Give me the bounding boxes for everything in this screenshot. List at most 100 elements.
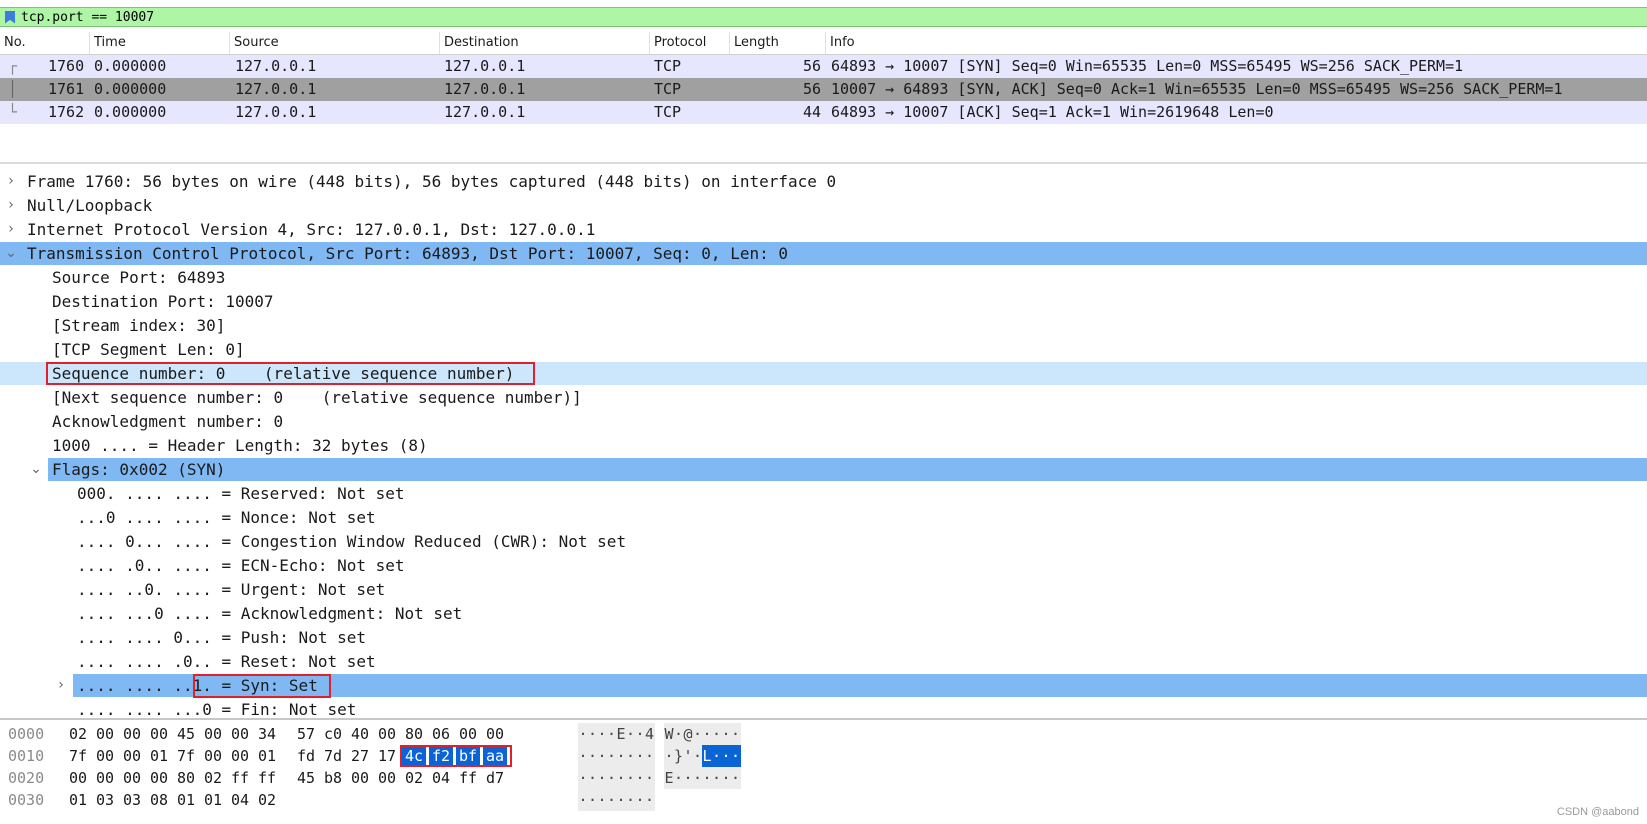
ascii-char[interactable]: E	[664, 767, 674, 789]
column-header-no[interactable]: No.	[0, 32, 90, 54]
ascii-char[interactable]: ·	[721, 767, 731, 789]
hex-byte[interactable]: 01	[177, 789, 195, 811]
tree-item-source-port[interactable]: Source Port: 64893	[0, 266, 1647, 289]
hex-byte[interactable]: 00	[150, 723, 168, 745]
hex-byte[interactable]: 7d	[324, 745, 342, 767]
ascii-char[interactable]: ·	[625, 789, 636, 811]
hex-byte[interactable]: b8	[324, 767, 342, 789]
hex-byte[interactable]: aa	[483, 745, 508, 767]
hex-byte[interactable]: 08	[150, 789, 168, 811]
hex-byte[interactable]: 02	[405, 767, 423, 789]
tree-item-frame[interactable]: › Frame 1760: 56 bytes on wire (448 bits…	[0, 170, 1647, 193]
hex-byte[interactable]: 00	[123, 745, 141, 767]
hex-byte[interactable]: ff	[231, 767, 249, 789]
hex-byte[interactable]: bf	[456, 745, 481, 767]
packet-row[interactable]: └ 1762 0.000000 127.0.0.1 127.0.0.1 TCP …	[0, 101, 1647, 124]
pane-splitter[interactable]	[0, 162, 1647, 164]
display-filter-input[interactable]: tcp.port == 10007	[21, 10, 154, 25]
ascii-char[interactable]: ·	[721, 745, 731, 767]
ascii-char[interactable]: ·	[702, 723, 712, 745]
column-header-destination[interactable]: Destination	[440, 32, 650, 54]
ascii-char[interactable]: ·	[644, 789, 655, 811]
tree-item-flag-ecn[interactable]: .... .0.. .... = ECN-Echo: Not set	[0, 554, 1647, 577]
hex-byte[interactable]: 00	[123, 767, 141, 789]
hex-byte[interactable]: 00	[69, 767, 87, 789]
ascii-char[interactable]: ·	[673, 723, 684, 745]
ascii-char[interactable]: ·	[616, 745, 626, 767]
tree-item-flag-reserved[interactable]: 000. .... .... = Reserved: Not set	[0, 482, 1647, 505]
ascii-char[interactable]: ·	[635, 745, 645, 767]
ascii-char[interactable]: ·	[644, 745, 655, 767]
hex-byte[interactable]: 02	[204, 767, 222, 789]
hex-byte[interactable]: fd	[297, 745, 315, 767]
hex-byte[interactable]: 80	[177, 767, 195, 789]
hex-byte[interactable]: 17	[378, 745, 396, 767]
hex-byte[interactable]: 00	[351, 767, 369, 789]
ascii-char[interactable]: }	[673, 745, 684, 767]
chevron-right-icon[interactable]: ›	[4, 170, 18, 193]
hex-byte[interactable]: 01	[258, 745, 276, 767]
pane-splitter[interactable]	[0, 718, 1647, 720]
hex-byte[interactable]: 04	[231, 789, 249, 811]
tree-item-destination-port[interactable]: Destination Port: 10007	[0, 290, 1647, 313]
tree-item-next-sequence[interactable]: [Next sequence number: 0 (relative seque…	[0, 386, 1647, 409]
ascii-char[interactable]: ·	[635, 723, 645, 745]
ascii-char[interactable]: ·	[616, 789, 626, 811]
hex-byte[interactable]: 00	[204, 745, 222, 767]
tree-item-flag-urgent[interactable]: .... ..0. .... = Urgent: Not set	[0, 578, 1647, 601]
hex-byte[interactable]: 34	[258, 723, 276, 745]
tree-item-tcp[interactable]: ⌄ Transmission Control Protocol, Src Por…	[0, 242, 1647, 265]
hex-byte[interactable]: d7	[486, 767, 504, 789]
ascii-char[interactable]: ·	[692, 767, 703, 789]
hex-byte[interactable]: 27	[351, 745, 369, 767]
hex-byte[interactable]: c0	[324, 723, 342, 745]
hex-byte[interactable]: 00	[459, 723, 477, 745]
column-header-length[interactable]: Length	[730, 32, 826, 54]
ascii-char[interactable]: ·	[578, 789, 588, 811]
ascii-char[interactable]: ·	[606, 789, 617, 811]
hex-byte[interactable]: 01	[150, 745, 168, 767]
column-header-time[interactable]: Time	[90, 32, 230, 54]
ascii-char[interactable]: W	[664, 723, 674, 745]
column-header-source[interactable]: Source	[230, 32, 440, 54]
column-header-protocol[interactable]: Protocol	[650, 32, 730, 54]
ascii-char[interactable]: ·	[730, 767, 741, 789]
tree-item-flag-cwr[interactable]: .... 0... .... = Congestion Window Reduc…	[0, 530, 1647, 553]
ascii-char[interactable]: ·	[597, 745, 607, 767]
hex-byte[interactable]: 00	[96, 745, 114, 767]
ascii-char[interactable]: ·	[673, 767, 684, 789]
ascii-char[interactable]: ·	[664, 745, 674, 767]
ascii-char[interactable]: ·	[597, 723, 607, 745]
hex-byte[interactable]: 02	[69, 723, 87, 745]
ascii-char[interactable]: ·	[578, 745, 588, 767]
ascii-char[interactable]: ·	[730, 745, 741, 767]
ascii-char[interactable]: '	[683, 745, 693, 767]
hex-byte[interactable]: 00	[150, 767, 168, 789]
ascii-char[interactable]: ·	[711, 745, 722, 767]
ascii-char[interactable]: ·	[721, 723, 731, 745]
chevron-right-icon[interactable]: ›	[54, 674, 68, 697]
ascii-char[interactable]: ·	[587, 789, 598, 811]
ascii-char[interactable]: ·	[587, 723, 598, 745]
display-filter-bar[interactable]: tcp.port == 10007	[0, 7, 1647, 27]
tree-item-header-length[interactable]: 1000 .... = Header Length: 32 bytes (8)	[0, 434, 1647, 457]
hex-byte[interactable]: 03	[96, 789, 114, 811]
ascii-char[interactable]: ·	[625, 767, 636, 789]
hex-byte[interactable]: 80	[405, 723, 423, 745]
hex-byte[interactable]: f2	[429, 745, 454, 767]
ascii-char[interactable]: L	[702, 745, 712, 767]
ascii-char[interactable]: ·	[625, 723, 636, 745]
tree-item-flag-syn[interactable]: .... .... ..1. = Syn: Set	[73, 674, 1647, 697]
ascii-char[interactable]: ·	[587, 767, 598, 789]
hex-byte[interactable]: 4c	[402, 745, 427, 767]
ascii-char[interactable]: ·	[625, 745, 636, 767]
hex-byte[interactable]: ff	[258, 767, 276, 789]
ascii-char[interactable]: 4	[644, 723, 655, 745]
chevron-right-icon[interactable]: ›	[4, 218, 18, 241]
hex-byte[interactable]: 03	[123, 789, 141, 811]
ascii-char[interactable]: ·	[730, 723, 741, 745]
tree-item-segment-len[interactable]: [TCP Segment Len: 0]	[0, 338, 1647, 361]
hex-byte[interactable]: 40	[351, 723, 369, 745]
hex-byte[interactable]: 00	[96, 767, 114, 789]
tree-item-flag-reset[interactable]: .... .... .0.. = Reset: Not set	[0, 650, 1647, 673]
